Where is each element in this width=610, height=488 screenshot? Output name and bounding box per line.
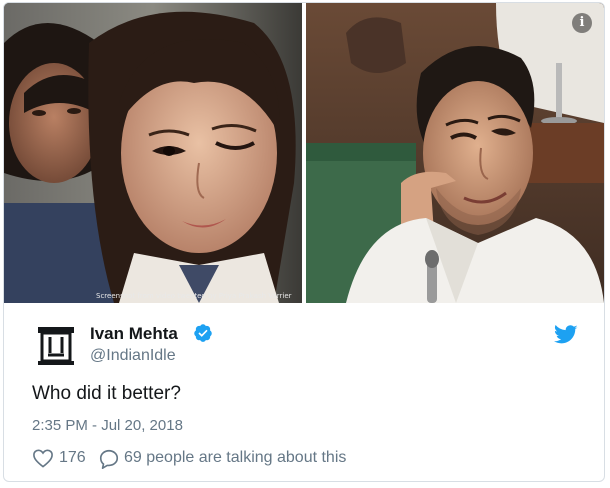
- heart-icon: [33, 449, 53, 468]
- embedded-tweet-card: Screenshot from video tweeted by Priya P…: [3, 2, 605, 482]
- verified-badge-icon: [194, 324, 212, 342]
- right-photo-image: [306, 3, 604, 303]
- author-handle[interactable]: @IndianIdle: [90, 347, 176, 365]
- tweet-text: Who did it better?: [32, 383, 181, 404]
- like-count: 176: [59, 449, 86, 466]
- tweet-timestamp[interactable]: 2:35 PM - Jul 20, 2018: [32, 417, 183, 434]
- left-photo[interactable]: Screenshot from video tweeted by Priya P…: [4, 3, 302, 303]
- avatar[interactable]: [32, 321, 80, 369]
- info-icon[interactable]: i: [572, 13, 592, 33]
- right-photo[interactable]: i: [306, 3, 604, 303]
- conversation-text: 69 people are talking about this: [124, 449, 347, 466]
- tweet-author: Ivan Mehta @IndianIdle: [32, 321, 592, 369]
- twitter-bird-icon[interactable]: [554, 325, 578, 345]
- left-photo-image: [4, 3, 302, 303]
- media-caption: Screenshot from video tweeted by Priya P…: [96, 292, 292, 300]
- avatar-logo-icon: [38, 327, 74, 365]
- tweet-media[interactable]: Screenshot from video tweeted by Priya P…: [4, 3, 604, 303]
- speech-bubble-icon: [99, 449, 119, 469]
- author-name[interactable]: Ivan Mehta: [90, 324, 178, 344]
